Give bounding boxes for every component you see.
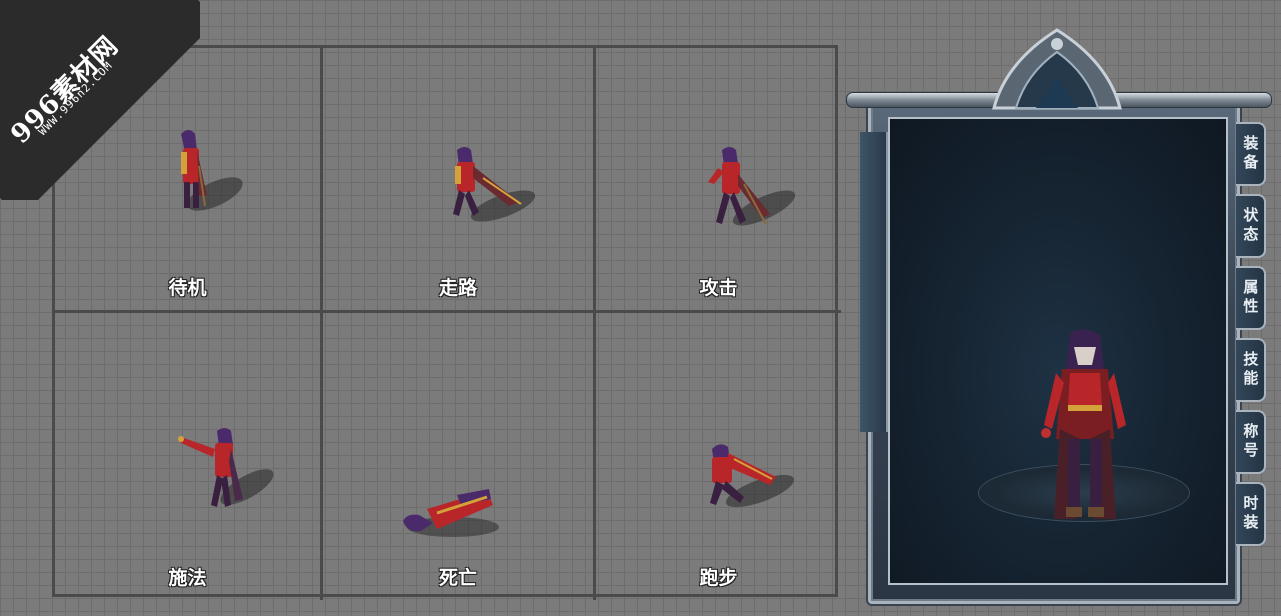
animation-label-death: 死亡 (438, 567, 477, 589)
watermark: 996素材网 WWW.996n2.COM (0, 0, 200, 200)
animation-cell-attack[interactable]: 攻击 (596, 48, 841, 313)
tab-skills[interactable]: 技能 (1236, 338, 1266, 402)
tab-attributes[interactable]: 属性 (1236, 266, 1266, 330)
animation-label-cast: 施法 (168, 567, 207, 589)
character-panel: 装备 状态 属性 技能 称号 时装 (846, 22, 1272, 606)
tab-equipment[interactable]: 装备 (1236, 122, 1266, 186)
character-preview-area (888, 117, 1228, 585)
animation-label-walk: 走路 (438, 277, 477, 299)
animation-cell-walk[interactable]: 走路 (323, 48, 596, 313)
run-sprite-icon (710, 444, 795, 508)
animation-cell-cast[interactable]: 施法 (55, 313, 323, 600)
animation-label-run: 跑步 (699, 567, 738, 589)
animation-cell-death[interactable]: 死亡 (323, 313, 596, 600)
character-model-icon (1041, 329, 1126, 519)
animation-cell-run[interactable]: 跑步 (596, 313, 841, 600)
crest-ornament-icon (992, 28, 1122, 110)
animation-label-attack: 攻击 (699, 277, 738, 299)
death-sprite-icon (403, 489, 499, 537)
tab-fashion[interactable]: 时装 (1236, 482, 1266, 546)
panel-tabs: 装备 状态 属性 技能 称号 时装 (1236, 122, 1270, 546)
tab-titles[interactable]: 称号 (1236, 410, 1266, 474)
tab-status[interactable]: 状态 (1236, 194, 1266, 258)
walk-sprite-icon (453, 147, 536, 222)
attack-sprite-icon (708, 147, 796, 226)
animation-label-idle: 待机 (168, 277, 207, 299)
panel-side-ribbon (860, 132, 888, 432)
cast-sprite-icon (178, 428, 274, 507)
